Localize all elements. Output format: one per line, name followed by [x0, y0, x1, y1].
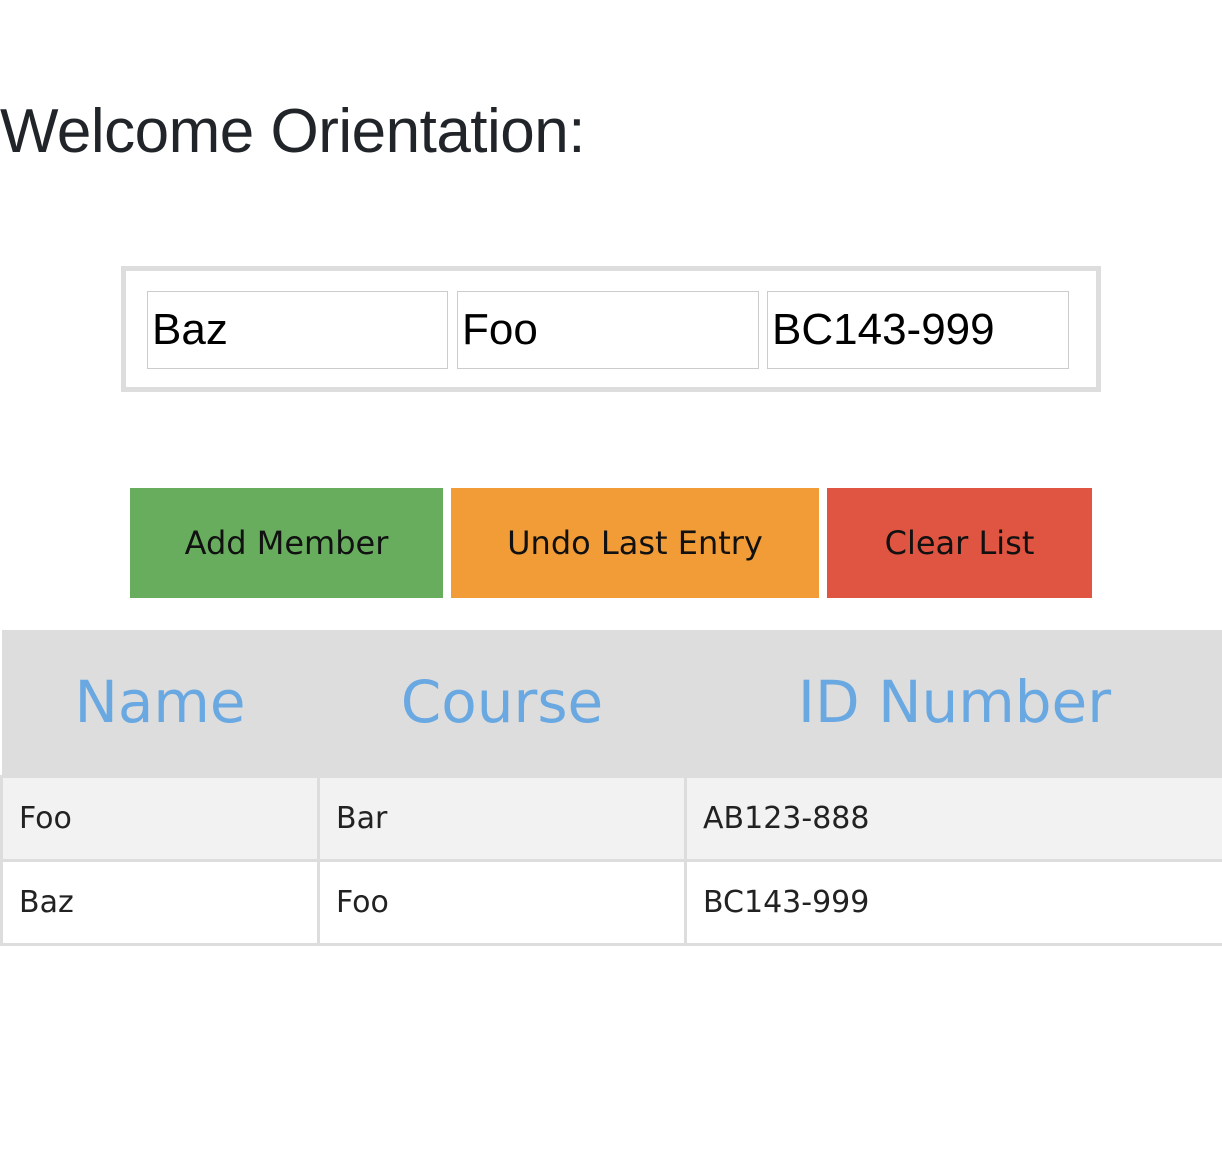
members-table: Name Course ID Number Foo Bar AB123-888 …: [0, 630, 1222, 946]
member-form: [121, 266, 1101, 392]
page-title: Welcome Orientation:: [0, 97, 586, 166]
page: Welcome Orientation: Add Member Undo Las…: [0, 0, 1222, 1154]
id-number-input[interactable]: [767, 291, 1069, 369]
add-member-button[interactable]: Add Member: [130, 488, 443, 598]
cell-course: Bar: [317, 774, 687, 862]
cell-name: Baz: [0, 858, 320, 946]
members-table-container: Name Course ID Number Foo Bar AB123-888 …: [0, 630, 1222, 946]
table-header-row: Name Course ID Number: [1, 630, 1222, 776]
column-header-name: Name: [74, 668, 246, 737]
undo-last-entry-button[interactable]: Undo Last Entry: [451, 488, 819, 598]
table-row: Baz Foo BC143-999: [0, 858, 1222, 946]
cell-id-number: BC143-999: [684, 858, 1222, 946]
name-input[interactable]: [147, 291, 448, 369]
cell-name: Foo: [0, 774, 320, 862]
column-header-id-number: ID Number: [797, 668, 1112, 737]
column-header-course: Course: [400, 668, 604, 737]
cell-id-number: AB123-888: [684, 774, 1222, 862]
cell-course: Foo: [317, 858, 687, 946]
table-row: Foo Bar AB123-888: [0, 774, 1222, 862]
clear-list-button[interactable]: Clear List: [827, 488, 1092, 598]
course-input[interactable]: [457, 291, 759, 369]
